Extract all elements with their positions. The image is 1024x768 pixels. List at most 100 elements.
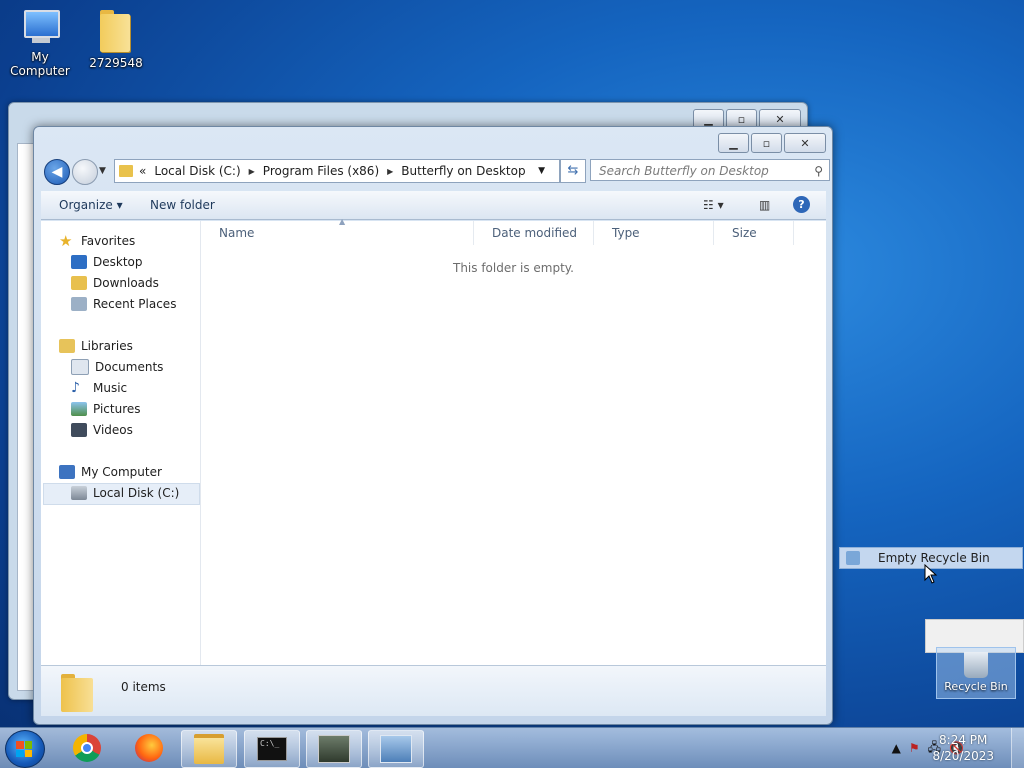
desktop-icon <box>71 255 87 269</box>
command-prompt-icon: C:\_ <box>257 737 287 761</box>
nav-desktop[interactable]: Desktop <box>71 252 143 272</box>
search-placeholder: Search Butterfly on Desktop <box>599 164 769 178</box>
refresh-icon[interactable]: ⇆ <box>560 159 586 183</box>
minimize-button[interactable]: ▁ <box>718 133 749 153</box>
column-header-size[interactable]: Size <box>714 221 794 245</box>
search-input[interactable]: Search Butterfly on Desktop ⚲ <box>590 159 830 181</box>
nav-pictures[interactable]: Pictures <box>71 399 141 419</box>
documents-icon <box>71 359 89 375</box>
menu-item-label: Empty Recycle Bin <box>878 551 990 565</box>
view-options-icon[interactable]: ☷ ▾ <box>703 198 724 212</box>
computer-icon <box>18 8 62 46</box>
preview-pane-icon[interactable]: ▥ <box>759 198 770 212</box>
column-header-name[interactable]: Name <box>201 221 474 245</box>
taskbar: C:\_ ▲ ⚑ 🖧 🔇 8:24 PM 8/20/2023 <box>0 727 1024 768</box>
system-monitor-icon <box>318 735 350 763</box>
organize-button[interactable]: Organize ▾ <box>59 198 123 212</box>
empty-folder-message: This folder is empty. <box>453 261 574 275</box>
computer-icon <box>59 465 75 479</box>
taskbar-cmd[interactable]: C:\_ <box>244 730 300 768</box>
nav-label: Local Disk (C:) <box>93 486 180 500</box>
nav-label: Desktop <box>93 255 143 269</box>
nav-local-disk[interactable]: Local Disk (C:) <box>71 483 179 503</box>
nav-favorites[interactable]: ★ Favorites <box>59 231 135 251</box>
nav-label: My Computer <box>81 465 162 479</box>
nav-label: Videos <box>93 423 133 437</box>
start-button[interactable] <box>5 730 45 768</box>
firefox-icon <box>135 734 163 762</box>
folder-icon <box>61 672 93 712</box>
mouse-cursor-icon <box>924 564 938 584</box>
downloads-icon <box>71 276 87 290</box>
breadcrumb-local-disk[interactable]: Local Disk (C:) <box>154 164 240 178</box>
organize-label: Organize <box>59 198 113 212</box>
help-icon[interactable]: ? <box>793 196 810 213</box>
music-icon: ♪ <box>71 380 80 396</box>
nav-music[interactable]: ♪ Music <box>71 378 127 398</box>
drive-icon <box>71 486 87 500</box>
forward-arrow-icon[interactable] <box>72 159 98 185</box>
recent-pages-dropdown-icon[interactable]: ▼ <box>99 166 106 176</box>
nav-videos[interactable]: Videos <box>71 420 133 440</box>
desktop-icon-folder[interactable]: 2729548 <box>76 8 156 70</box>
taskbar-firefox[interactable] <box>122 730 176 766</box>
command-bar: Organize ▾ New folder ☷ ▾ ▥ ? <box>41 191 826 220</box>
item-count: 0 items <box>121 680 166 694</box>
recycle-bin-icon <box>964 652 988 678</box>
taskbar-network[interactable] <box>368 730 424 768</box>
details-pane: 0 items <box>41 665 826 716</box>
windows-logo-icon <box>16 741 32 757</box>
explorer-content: ★ Favorites Desktop Downloads Recent Pla… <box>41 217 826 666</box>
file-list[interactable]: ▲ Name Date modified Type Size This fold… <box>201 217 826 666</box>
breadcrumb-arrow-icon[interactable]: ▶ <box>249 167 255 176</box>
nav-label: Pictures <box>93 402 141 416</box>
breadcrumb-arrow-icon[interactable]: ▶ <box>387 167 393 176</box>
search-icon: ⚲ <box>814 164 823 178</box>
desktop-icon-label: Recycle Bin <box>944 680 1008 693</box>
nav-label: Documents <box>95 360 164 374</box>
nav-label: Downloads <box>93 276 159 290</box>
folder-icon <box>98 8 134 52</box>
new-folder-button[interactable]: New folder <box>150 198 215 212</box>
recent-places-icon <box>71 297 87 311</box>
clock[interactable]: 8:24 PM 8/20/2023 <box>932 732 994 764</box>
nav-label: Libraries <box>81 339 133 353</box>
address-dropdown-icon[interactable]: ▼ <box>538 166 545 176</box>
breadcrumb-program-files[interactable]: Program Files (x86) <box>263 164 379 178</box>
address-overflow-chevron[interactable]: « <box>139 164 146 178</box>
folder-icon <box>119 165 133 177</box>
videos-icon <box>71 423 87 437</box>
chrome-icon <box>73 734 101 762</box>
nav-libraries[interactable]: Libraries <box>59 336 133 356</box>
clock-time: 8:24 PM <box>939 733 988 747</box>
nav-my-computer[interactable]: My Computer <box>59 462 162 482</box>
libraries-icon <box>59 339 75 353</box>
taskbar-explorer[interactable] <box>181 730 237 768</box>
nav-documents[interactable]: Documents <box>71 357 163 377</box>
nav-downloads[interactable]: Downloads <box>71 273 159 293</box>
taskbar-chrome[interactable] <box>60 730 114 766</box>
desktop-icon-label: 2729548 <box>89 56 143 70</box>
taskbar-monitor[interactable] <box>306 730 362 768</box>
show-hidden-icons-icon[interactable]: ▲ <box>892 741 901 755</box>
nav-label: Favorites <box>81 234 136 248</box>
nav-label: Music <box>93 381 128 395</box>
close-button[interactable]: ✕ <box>784 133 826 153</box>
column-header-type[interactable]: Type <box>594 221 714 245</box>
address-bar[interactable]: « Local Disk (C:) ▶ Program Files (x86) … <box>114 159 560 183</box>
nav-recent-places[interactable]: Recent Places <box>71 294 176 314</box>
nav-label: Recent Places <box>93 297 177 311</box>
back-arrow-icon[interactable]: ◀ <box>44 159 70 185</box>
desktop-icon-my-computer[interactable]: My Computer <box>0 8 80 78</box>
desktop-icon-recycle-bin[interactable]: Recycle Bin <box>936 647 1016 699</box>
recycle-bin-icon <box>846 551 860 565</box>
desktop-icon-label: My Computer <box>10 50 70 78</box>
show-desktop-button[interactable] <box>1011 728 1024 768</box>
action-center-icon[interactable]: ⚑ <box>909 741 920 755</box>
column-header-date-modified[interactable]: Date modified <box>474 221 594 245</box>
clock-date: 8/20/2023 <box>932 749 994 763</box>
file-explorer-icon <box>194 734 224 764</box>
explorer-window[interactable]: ▁ ▫ ✕ ◀ ▼ « Local Disk (C:) ▶ Program Fi… <box>33 126 833 725</box>
maximize-button[interactable]: ▫ <box>751 133 782 153</box>
breadcrumb-butterfly[interactable]: Butterfly on Desktop <box>401 164 525 178</box>
